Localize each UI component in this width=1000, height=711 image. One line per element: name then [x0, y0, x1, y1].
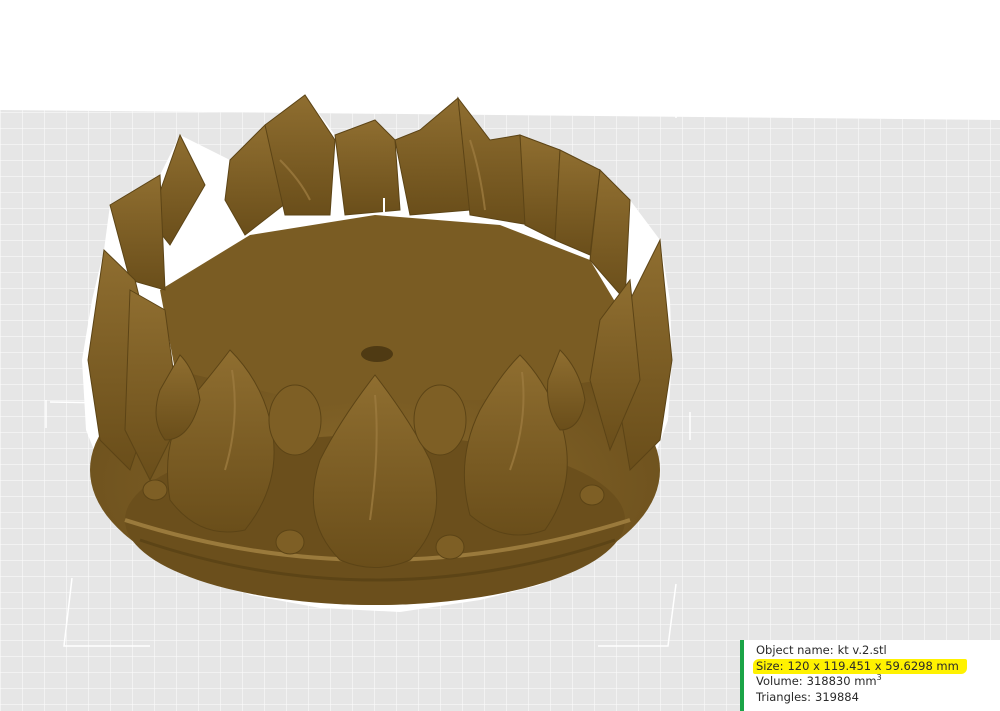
object-name-row: Object name: kt v.2.stl: [756, 643, 1000, 659]
object-size-value: 120 x 119.451 x 59.6298 mm: [787, 658, 959, 673]
object-volume-value: 318830 mm: [806, 674, 877, 688]
object-triangles-value: 319884: [815, 689, 859, 704]
object-info-panel: Object name: kt v.2.stl Size: 120 x 119.45…: [740, 640, 1000, 711]
scene-canvas[interactable]: [0, 0, 1000, 711]
object-triangles-label: Triangles:: [756, 689, 812, 704]
crown-3d-model[interactable]: [82, 94, 673, 612]
object-triangles-row: Triangles: 319884: [756, 690, 1000, 706]
object-volume-label: Volume:: [756, 674, 803, 688]
volume-unit-superscript: 3: [876, 673, 882, 683]
object-size-row: Size: 120 x 119.451 x 59.6298 mm: [753, 658, 1000, 674]
center-hole: [361, 346, 393, 362]
object-name-value: kt v.2.stl: [837, 643, 887, 657]
3d-viewport[interactable]: Object name: kt v.2.stl Size: 120 x 119.45…: [0, 0, 1000, 711]
size-highlight: Size: 120 x 119.451 x 59.6298 mm: [753, 658, 967, 674]
object-volume-row: Volume: 318830 mm3: [756, 674, 1000, 690]
object-size-label: Size:: [756, 658, 784, 673]
object-name-label: Object name:: [756, 643, 834, 657]
